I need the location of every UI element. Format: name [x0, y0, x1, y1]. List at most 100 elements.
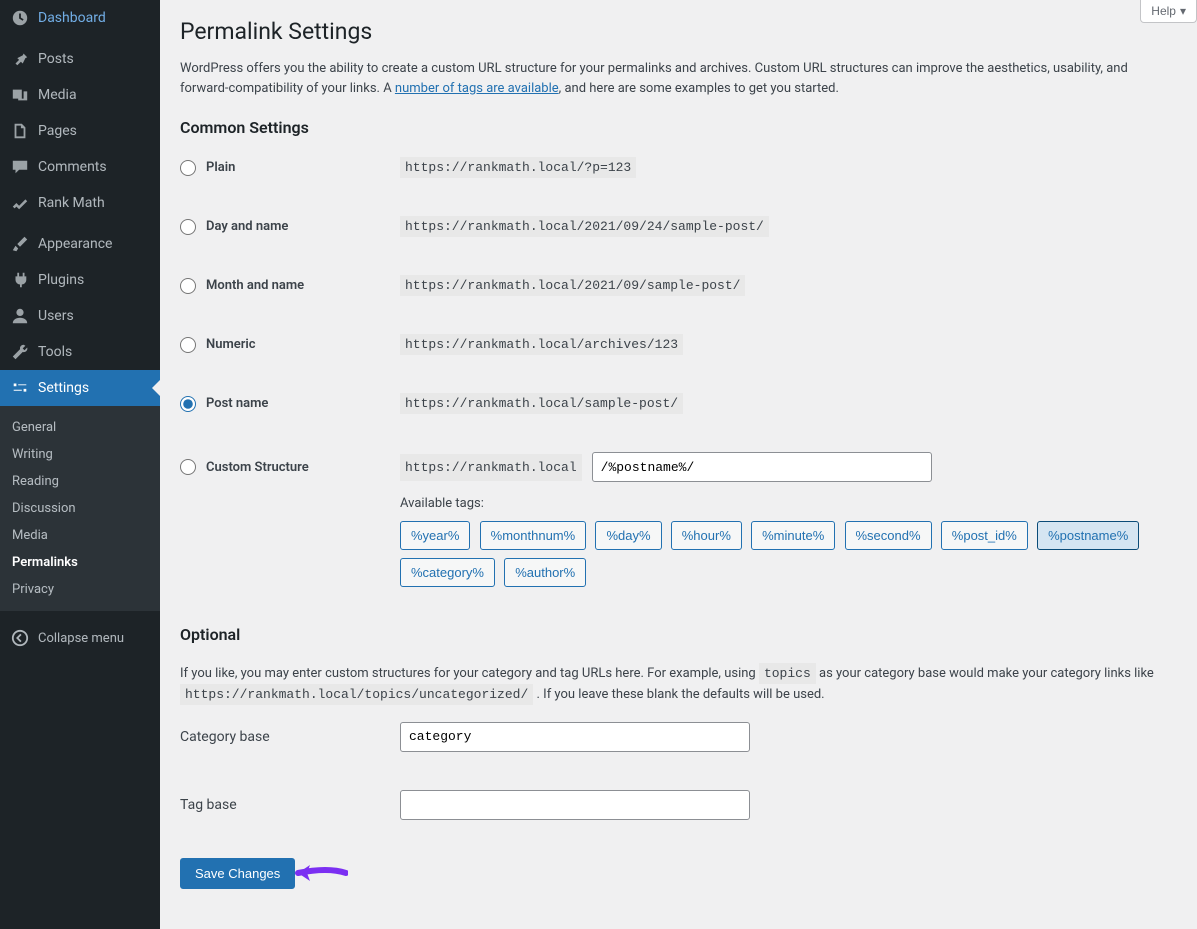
available-tags-row: Available tags: %year% %monthnum% %day% …	[180, 496, 1177, 595]
example-post-name: https://rankmath.local/sample-post/	[400, 393, 683, 414]
tag-postid-button[interactable]: %post_id%	[941, 521, 1028, 550]
menu-comments[interactable]: Comments	[0, 149, 160, 185]
tag-postname-button[interactable]: %postname%	[1037, 521, 1139, 550]
radio-numeric[interactable]	[180, 337, 196, 353]
help-label: Help	[1151, 4, 1176, 18]
permalink-option-day-name: Day and name https://rankmath.local/2021…	[180, 216, 1177, 237]
radio-month-name[interactable]	[180, 278, 196, 294]
tags-docs-link[interactable]: number of tags are available	[395, 81, 559, 96]
tag-category-button[interactable]: %category%	[400, 558, 495, 587]
label-numeric: Numeric	[206, 337, 256, 352]
common-settings-heading: Common Settings	[180, 118, 1177, 137]
permalink-option-month-name: Month and name https://rankmath.local/20…	[180, 275, 1177, 296]
category-base-label: Category base	[180, 729, 400, 745]
menu-appearance[interactable]: Appearance	[0, 226, 160, 262]
chevron-down-icon: ▾	[1180, 4, 1186, 18]
dashboard-icon	[10, 8, 30, 28]
menu-label: Rank Math	[38, 195, 105, 211]
main-content: Help ▾ Permalink Settings WordPress offe…	[160, 0, 1197, 929]
settings-icon	[10, 378, 30, 398]
menu-rankmath[interactable]: Rank Math	[0, 185, 160, 221]
example-day-name: https://rankmath.local/2021/09/24/sample…	[400, 216, 769, 237]
menu-dashboard[interactable]: Dashboard	[0, 0, 160, 36]
label-plain: Plain	[206, 160, 235, 175]
pin-icon	[10, 49, 30, 69]
annotation-arrow-icon	[288, 860, 348, 886]
tag-author-button[interactable]: %author%	[504, 558, 586, 587]
tag-base-input[interactable]	[400, 790, 750, 820]
tag-second-button[interactable]: %second%	[845, 521, 932, 550]
optional-heading: Optional	[180, 625, 1177, 644]
user-icon	[10, 306, 30, 326]
menu-posts[interactable]: Posts	[0, 41, 160, 77]
radio-post-name[interactable]	[180, 396, 196, 412]
tag-day-button[interactable]: %day%	[595, 521, 661, 550]
menu-label: Comments	[38, 159, 107, 175]
submenu-general[interactable]: General	[0, 414, 160, 441]
menu-label: Appearance	[38, 236, 112, 252]
comment-icon	[10, 157, 30, 177]
submenu-discussion[interactable]: Discussion	[0, 495, 160, 522]
label-custom: Custom Structure	[206, 460, 309, 475]
tag-hour-button[interactable]: %hour%	[671, 521, 742, 550]
category-base-row: Category base	[180, 722, 1177, 752]
radio-custom[interactable]	[180, 459, 196, 475]
example-plain: https://rankmath.local/?p=123	[400, 157, 636, 178]
submenu-privacy[interactable]: Privacy	[0, 576, 160, 603]
admin-sidebar: Dashboard Posts Media Pages Comments Ran…	[0, 0, 160, 929]
help-button[interactable]: Help ▾	[1140, 0, 1197, 23]
optional-description: If you like, you may enter custom struct…	[180, 664, 1177, 706]
save-changes-button[interactable]: Save Changes	[180, 858, 295, 889]
tags-label: Available tags:	[400, 496, 1160, 511]
menu-media[interactable]: Media	[0, 77, 160, 113]
permalink-option-custom: Custom Structure https://rankmath.local	[180, 452, 1177, 482]
menu-label: Media	[38, 87, 77, 103]
page-title: Permalink Settings	[180, 0, 1177, 45]
tag-base-row: Tag base	[180, 790, 1177, 820]
code-topics-url: https://rankmath.local/topics/uncategori…	[180, 684, 533, 705]
code-topics: topics	[759, 663, 816, 684]
collapse-menu-button[interactable]: Collapse menu	[0, 621, 160, 655]
intro-text: WordPress offers you the ability to crea…	[180, 59, 1177, 98]
custom-structure-input[interactable]	[592, 452, 932, 482]
tag-monthnum-button[interactable]: %monthnum%	[480, 521, 587, 550]
radio-plain[interactable]	[180, 160, 196, 176]
tag-minute-button[interactable]: %minute%	[751, 521, 835, 550]
submenu-reading[interactable]: Reading	[0, 468, 160, 495]
permalink-option-post-name: Post name https://rankmath.local/sample-…	[180, 393, 1177, 414]
menu-label: Settings	[38, 380, 89, 396]
label-day-name: Day and name	[206, 219, 288, 234]
pages-icon	[10, 121, 30, 141]
menu-label: Pages	[38, 123, 77, 139]
label-month-name: Month and name	[206, 278, 304, 293]
menu-pages[interactable]: Pages	[0, 113, 160, 149]
submenu-permalinks[interactable]: Permalinks	[0, 549, 160, 576]
radio-day-name[interactable]	[180, 219, 196, 235]
permalink-option-numeric: Numeric https://rankmath.local/archives/…	[180, 334, 1177, 355]
wrench-icon	[10, 342, 30, 362]
plugin-icon	[10, 270, 30, 290]
menu-tools[interactable]: Tools	[0, 334, 160, 370]
collapse-label: Collapse menu	[38, 631, 124, 646]
category-base-input[interactable]	[400, 722, 750, 752]
menu-label: Dashboard	[38, 10, 106, 26]
brush-icon	[10, 234, 30, 254]
custom-url-prefix: https://rankmath.local	[400, 454, 582, 481]
media-icon	[10, 85, 30, 105]
example-numeric: https://rankmath.local/archives/123	[400, 334, 683, 355]
chart-icon	[10, 193, 30, 213]
menu-label: Users	[38, 308, 74, 324]
menu-plugins[interactable]: Plugins	[0, 262, 160, 298]
settings-submenu: General Writing Reading Discussion Media…	[0, 406, 160, 611]
menu-label: Posts	[38, 51, 74, 67]
tag-base-label: Tag base	[180, 797, 400, 813]
submenu-media[interactable]: Media	[0, 522, 160, 549]
submenu-writing[interactable]: Writing	[0, 441, 160, 468]
menu-settings[interactable]: Settings	[0, 370, 160, 406]
tag-year-button[interactable]: %year%	[400, 521, 470, 550]
menu-label: Plugins	[38, 272, 84, 288]
menu-users[interactable]: Users	[0, 298, 160, 334]
label-post-name: Post name	[206, 396, 268, 411]
menu-label: Tools	[38, 344, 72, 360]
example-month-name: https://rankmath.local/2021/09/sample-po…	[400, 275, 745, 296]
